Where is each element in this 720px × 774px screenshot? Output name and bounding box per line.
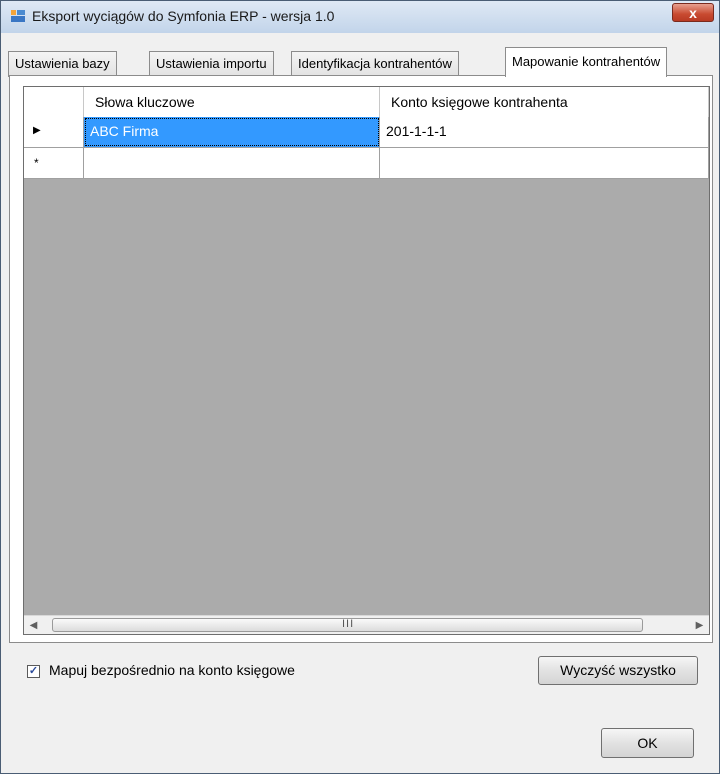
tab-label: Ustawienia bazy	[15, 56, 110, 71]
tab-ustawienia-bazy[interactable]: Ustawienia bazy	[8, 51, 117, 77]
scroll-right-icon[interactable]: ▶	[690, 616, 709, 634]
tab-label: Mapowanie kontrahentów	[512, 54, 661, 69]
table-row[interactable]: ▶ ABC Firma 201-1-1-1	[24, 117, 709, 148]
app-window-icon	[11, 10, 25, 22]
table-row-new[interactable]: *	[24, 148, 709, 179]
scrollbar-grip-icon: III	[342, 618, 355, 630]
tab-ustawienia-importu[interactable]: Ustawienia importu	[149, 51, 274, 77]
map-direct-label[interactable]: Mapuj bezpośrednio na konto księgowe	[49, 662, 295, 678]
current-row-arrow-icon: ▶	[33, 125, 41, 136]
grid-corner-cell[interactable]	[24, 87, 84, 117]
close-icon: x	[689, 5, 697, 21]
mapping-grid[interactable]: Słowa kluczowe Konto księgowe kontrahent…	[23, 86, 710, 635]
scroll-left-icon[interactable]: ◀	[24, 616, 43, 634]
map-direct-checkbox[interactable]: ✓	[27, 665, 40, 678]
column-header-keywords[interactable]: Słowa kluczowe	[84, 87, 380, 117]
clear-all-button[interactable]: Wyczyść wszystko	[538, 656, 698, 685]
horizontal-scrollbar[interactable]: ◀ III ▶	[24, 615, 709, 634]
tab-label: Identyfikacja kontrahentów	[298, 56, 452, 71]
tab-mapowanie-kontrahentow[interactable]: Mapowanie kontrahentów	[505, 47, 668, 77]
tab-label: Ustawienia importu	[156, 56, 267, 71]
tab-identyfikacja-kontrahentow[interactable]: Identyfikacja kontrahentów	[291, 51, 459, 77]
window-title: Eksport wyciągów do Symfonia ERP - wersj…	[32, 8, 335, 24]
cell-account[interactable]	[380, 148, 709, 178]
cell-keywords[interactable]: ABC Firma	[84, 117, 380, 147]
close-button[interactable]: x	[672, 3, 714, 22]
new-row-asterisk-icon: *	[34, 156, 39, 170]
ok-button[interactable]: OK	[601, 728, 694, 758]
row-indicator-current[interactable]: ▶	[24, 117, 84, 147]
scrollbar-thumb[interactable]: III	[52, 618, 643, 632]
column-header-account[interactable]: Konto księgowe kontrahenta	[380, 87, 709, 117]
cell-account[interactable]: 201-1-1-1	[380, 117, 709, 147]
cell-keywords[interactable]	[84, 148, 380, 178]
row-indicator-new[interactable]: *	[24, 148, 84, 178]
title-bar[interactable]: Eksport wyciągów do Symfonia ERP - wersj…	[1, 1, 719, 33]
app-window: Eksport wyciągów do Symfonia ERP - wersj…	[0, 0, 720, 774]
grid-header: Słowa kluczowe Konto księgowe kontrahent…	[24, 87, 709, 118]
